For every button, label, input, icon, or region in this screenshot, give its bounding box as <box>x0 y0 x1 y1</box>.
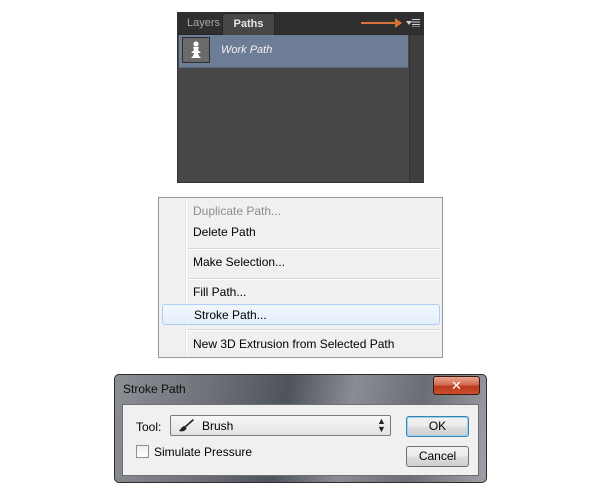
menu-item-make-selection[interactable]: Make Selection... <box>160 252 441 273</box>
panel-scrollbar[interactable] <box>409 35 424 182</box>
tool-select-value: Brush <box>202 419 234 433</box>
stroke-path-dialog: Stroke Path ✕ Tool: Brush ▲ ▼ Simulate Pr… <box>114 374 487 483</box>
path-row-work-path[interactable]: Work Path <box>179 35 408 68</box>
cancel-button[interactable]: Cancel <box>406 446 469 467</box>
select-arrows-icon: ▲ ▼ <box>377 416 386 434</box>
menu-item-new-3d-extrusion[interactable]: New 3D Extrusion from Selected Path <box>160 334 441 355</box>
ok-button[interactable]: OK <box>406 416 469 437</box>
simulate-pressure-checkbox[interactable] <box>136 445 149 458</box>
tool-select[interactable]: Brush ▲ ▼ <box>170 415 391 436</box>
simulate-pressure-label[interactable]: Simulate Pressure <box>154 445 252 459</box>
brush-icon <box>178 419 194 438</box>
tab-layers[interactable]: Layers <box>181 13 226 33</box>
menu-separator <box>188 248 440 250</box>
panel-menu-icon[interactable] <box>406 17 420 29</box>
tool-label: Tool: <box>136 420 162 434</box>
menu-item-stroke-path[interactable]: Stroke Path... <box>162 304 440 325</box>
paths-context-menu: Duplicate Path... Delete Path Make Selec… <box>158 197 443 358</box>
path-name: Work Path <box>221 44 273 56</box>
menu-separator <box>188 278 440 280</box>
close-button[interactable]: ✕ <box>433 376 480 395</box>
dialog-title: Stroke Path <box>123 382 186 396</box>
paths-panel: Layers Paths Work Path <box>177 12 424 183</box>
arrow-annotation-icon <box>361 18 402 28</box>
path-thumbnail-icon <box>182 37 210 63</box>
menu-item-fill-path[interactable]: Fill Path... <box>160 282 441 303</box>
panel-tab-bar: Layers Paths <box>178 13 423 35</box>
dialog-body: Tool: Brush ▲ ▼ Simulate Pressure OK Canc… <box>122 404 479 476</box>
menu-item-delete-path[interactable]: Delete Path <box>160 222 441 243</box>
tab-paths[interactable]: Paths <box>222 13 275 35</box>
menu-item-duplicate-path: Duplicate Path... <box>193 204 282 218</box>
menu-separator <box>188 329 440 331</box>
